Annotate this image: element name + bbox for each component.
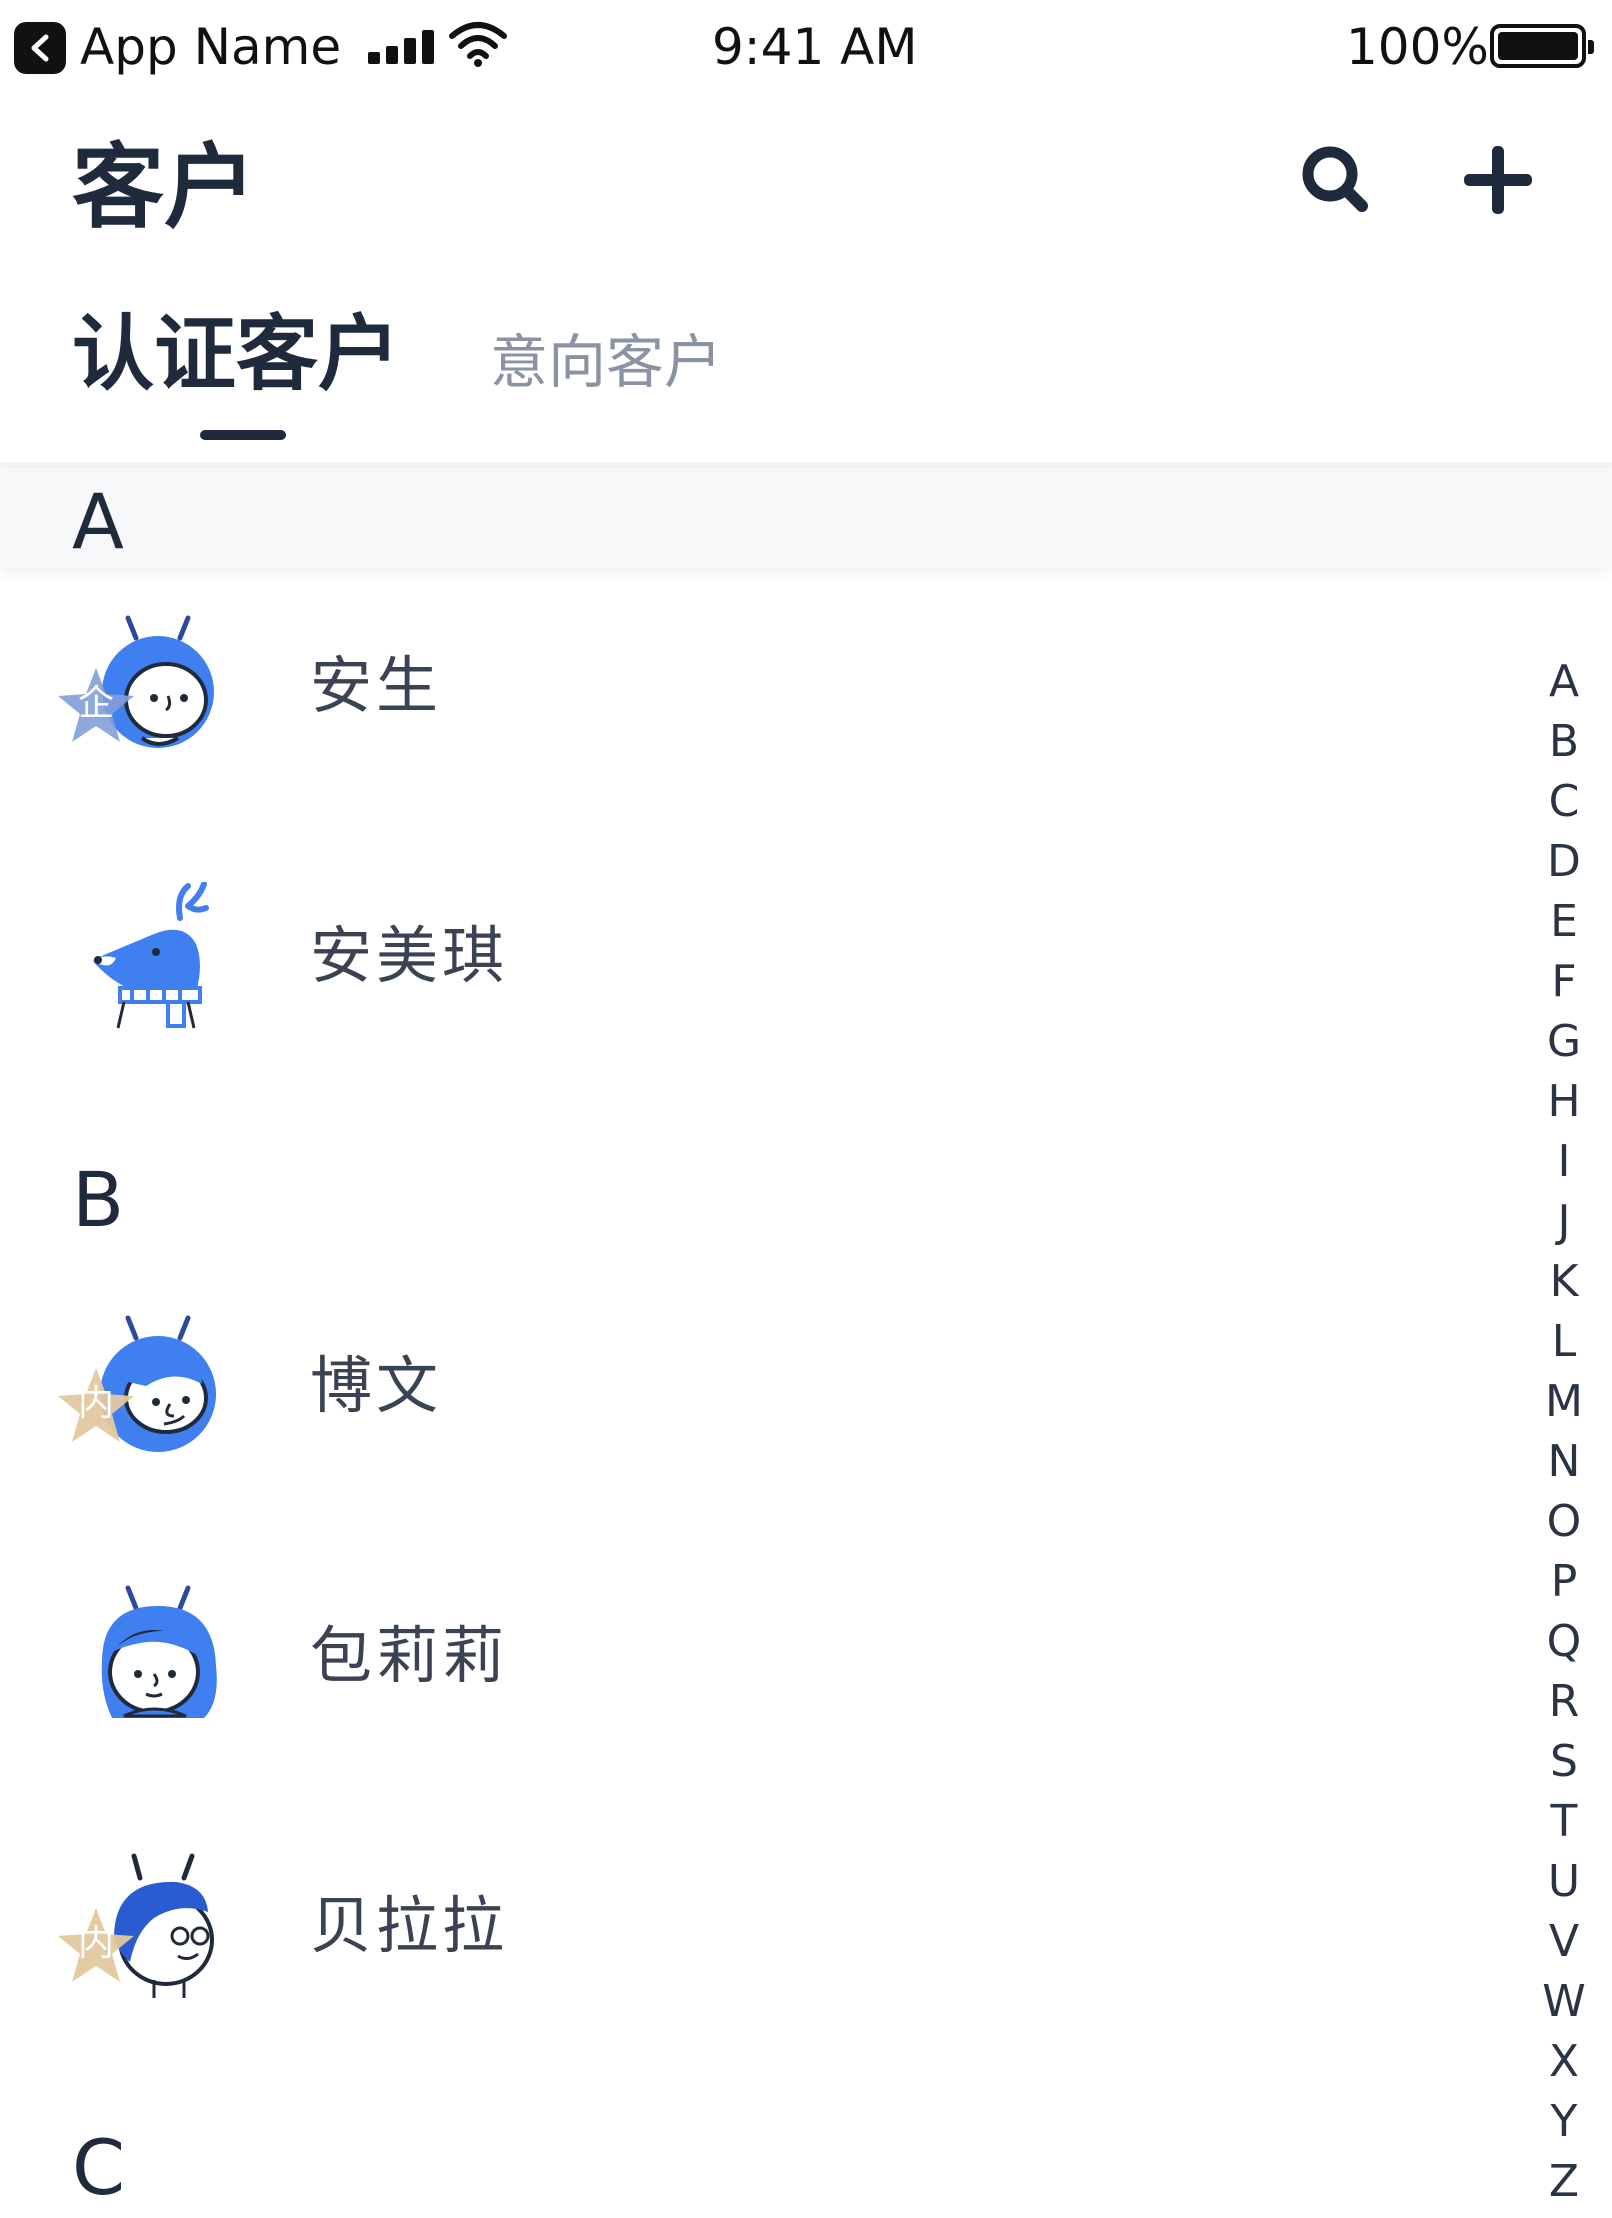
alphabet-index[interactable]: ABCDEFGHIJKLMNOPQRSTUVWXYZ (1536, 652, 1592, 2212)
contact-row[interactable]: 内 博文 (0, 1272, 1540, 1542)
enterprise-badge: 企 (54, 666, 138, 746)
wifi-icon (448, 18, 508, 68)
index-letter-x[interactable]: X (1536, 2032, 1592, 2092)
section-header-a (0, 468, 1612, 568)
index-letter-u[interactable]: U (1536, 1852, 1592, 1912)
index-letter-v[interactable]: V (1536, 1912, 1592, 1972)
index-letter-p[interactable]: P (1536, 1552, 1592, 1612)
plus-icon (1464, 146, 1532, 214)
index-letter-o[interactable]: O (1536, 1492, 1592, 1552)
contact-row[interactable]: 包莉莉 (0, 1542, 1540, 1812)
battery-icon (1490, 24, 1594, 68)
index-letter-r[interactable]: R (1536, 1672, 1592, 1732)
active-tab-indicator (200, 430, 286, 440)
index-letter-s[interactable]: S (1536, 1732, 1592, 1792)
index-letter-f[interactable]: F (1536, 952, 1592, 1012)
index-letter-c[interactable]: C (1536, 772, 1592, 832)
contact-name: 安美琪 (310, 919, 509, 992)
index-letter-k[interactable]: K (1536, 1252, 1592, 1312)
contact-row[interactable]: 内 贝拉拉 (0, 1812, 1540, 2082)
contact-name: 包莉莉 (310, 1619, 509, 1692)
index-letter-i[interactable]: I (1536, 1132, 1592, 1192)
index-letter-d[interactable]: D (1536, 832, 1592, 892)
badge-label: 内 (77, 1383, 114, 1424)
tab-prospective-customers[interactable]: 意向客户 (490, 322, 722, 402)
index-letter-y[interactable]: Y (1536, 2092, 1592, 2152)
deer-avatar-icon (92, 882, 209, 1029)
contact-name: 贝拉拉 (310, 1889, 509, 1962)
index-letter-q[interactable]: Q (1536, 1612, 1592, 1672)
battery-percent: 100% (1346, 18, 1489, 76)
badge-label: 内 (77, 1923, 114, 1964)
contact-row[interactable]: 安美琪 (0, 842, 1540, 1112)
index-letter-j[interactable]: J (1536, 1192, 1592, 1252)
index-letter-m[interactable]: M (1536, 1372, 1592, 1432)
contact-row[interactable]: 企 安生 (0, 572, 1540, 842)
index-letter-w[interactable]: W (1536, 1972, 1592, 2032)
section-letter-b: B (72, 1155, 125, 1244)
page-title: 客户 (72, 134, 257, 241)
back-arrow-icon[interactable] (14, 22, 66, 74)
search-icon (1302, 146, 1368, 212)
index-letter-a[interactable]: A (1536, 652, 1592, 712)
internal-badge: 内 (54, 1906, 138, 1986)
status-app-name[interactable]: App Name (80, 14, 341, 80)
badge-label: 企 (77, 683, 114, 724)
section-letter-a: A (72, 477, 124, 566)
ant-girl-avatar-icon (101, 1585, 217, 1718)
internal-badge: 内 (54, 1366, 138, 1446)
search-button[interactable] (1296, 140, 1376, 220)
index-letter-g[interactable]: G (1536, 1012, 1592, 1072)
tab-certified-customers[interactable]: 认证客户 (72, 300, 400, 410)
add-customer-button[interactable] (1458, 140, 1538, 220)
index-letter-l[interactable]: L (1536, 1312, 1592, 1372)
index-letter-e[interactable]: E (1536, 892, 1592, 952)
index-letter-h[interactable]: H (1536, 1072, 1592, 1132)
index-letter-n[interactable]: N (1536, 1432, 1592, 1492)
contact-name: 博文 (310, 1349, 443, 1422)
index-letter-t[interactable]: T (1536, 1792, 1592, 1852)
status-time: 9:41 AM (712, 18, 918, 76)
section-letter-c: C (72, 2123, 126, 2212)
index-letter-b[interactable]: B (1536, 712, 1592, 772)
index-letter-z[interactable]: Z (1536, 2152, 1592, 2212)
cellular-signal-icon (368, 30, 440, 64)
contact-name: 安生 (310, 649, 443, 722)
